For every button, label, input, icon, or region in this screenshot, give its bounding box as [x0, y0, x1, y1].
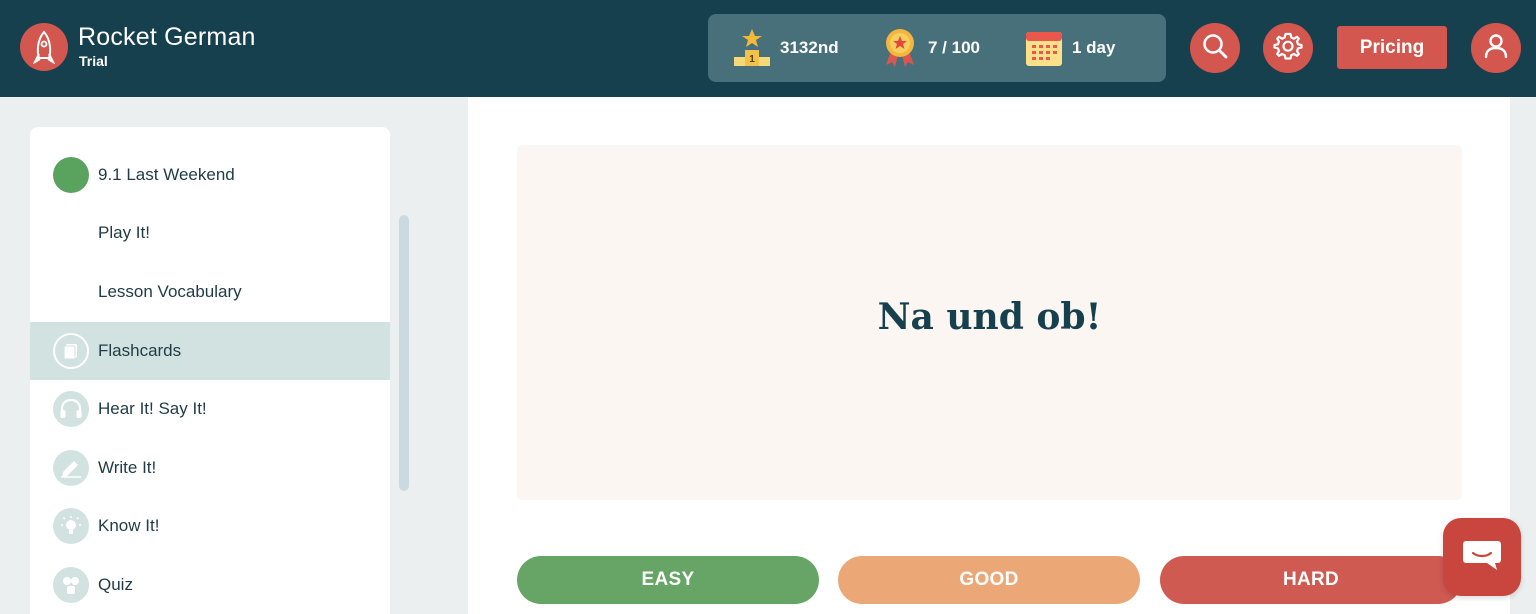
user-icon: [1482, 32, 1510, 65]
sidebar-item-label: 9.1 Last Weekend: [98, 165, 235, 184]
brand-title[interactable]: Rocket German: [78, 23, 256, 52]
pencil-icon: [53, 450, 89, 486]
chat-bubble-icon: [1461, 537, 1503, 578]
streak-value: 1 day: [1072, 38, 1116, 57]
sidebar-item-flashcards[interactable]: Flashcards: [30, 322, 390, 380]
brand-subtitle: Trial: [79, 53, 108, 69]
sidebar-item-lesson[interactable]: 9.1 Last Weekend: [30, 146, 390, 204]
streak-stat[interactable]: 1 day: [1022, 14, 1115, 82]
hard-button[interactable]: HARD: [1160, 556, 1462, 604]
easy-button[interactable]: EASY: [517, 556, 819, 604]
svg-text:1: 1: [749, 54, 755, 65]
flashcards-icon: [53, 333, 89, 369]
rank-value: 3132nd: [780, 38, 839, 57]
sidebar-item-label: Hear It! Say It!: [98, 399, 207, 418]
search-button[interactable]: [1190, 23, 1240, 73]
stats-panel: 1 3132nd 7 / 100 1 day: [708, 14, 1166, 82]
lesson-sidebar: 9.1 Last Weekend Play It! Lesson Vocabul…: [30, 127, 390, 614]
top-header: Rocket German Trial 1 3132nd 7 / 100 1 d…: [0, 0, 1536, 97]
good-button[interactable]: GOOD: [838, 556, 1140, 604]
sidebar-item-label: Play It!: [98, 223, 150, 242]
complete-dot-icon: [53, 157, 89, 193]
lightbulb-icon: [53, 508, 89, 544]
chat-button[interactable]: [1443, 518, 1521, 596]
pricing-button[interactable]: Pricing: [1337, 26, 1447, 69]
headphones-icon: [53, 391, 89, 427]
search-icon: [1201, 32, 1229, 65]
podium-icon: 1: [730, 26, 774, 70]
points-value: 7 / 100: [928, 38, 980, 57]
sidebar-item-know-it[interactable]: Know It!: [30, 497, 390, 555]
sidebar-scrollbar[interactable]: [399, 215, 409, 491]
sidebar-item-write-it[interactable]: Write It!: [30, 439, 390, 497]
sidebar-item-play-it[interactable]: Play It!: [30, 204, 390, 262]
quiz-icon: [53, 567, 89, 603]
sidebar-item-label: Know It!: [98, 516, 160, 535]
sidebar-item-label: Write It!: [98, 458, 157, 477]
flashcard-text: Na und ob!: [877, 295, 1102, 338]
sidebar-item-label: Lesson Vocabulary: [98, 282, 242, 301]
sidebar-item-hear-it-say-it[interactable]: Hear It! Say It!: [30, 380, 390, 438]
sidebar-item-label: Flashcards: [98, 341, 182, 360]
points-stat[interactable]: 7 / 100: [878, 14, 980, 82]
medal-icon: [878, 26, 922, 70]
calendar-icon: [1022, 26, 1066, 70]
sidebar-item-quiz[interactable]: Quiz: [30, 556, 390, 614]
gear-icon: [1273, 31, 1303, 66]
profile-button[interactable]: [1471, 23, 1521, 73]
sidebar-item-lesson-vocabulary[interactable]: Lesson Vocabulary: [30, 263, 390, 321]
sidebar-item-label: Quiz: [98, 575, 133, 594]
rank-stat[interactable]: 1 3132nd: [730, 14, 839, 82]
rocket-logo-icon[interactable]: [20, 23, 68, 71]
settings-button[interactable]: [1263, 23, 1313, 73]
flashcard[interactable]: Na und ob!: [517, 145, 1462, 500]
